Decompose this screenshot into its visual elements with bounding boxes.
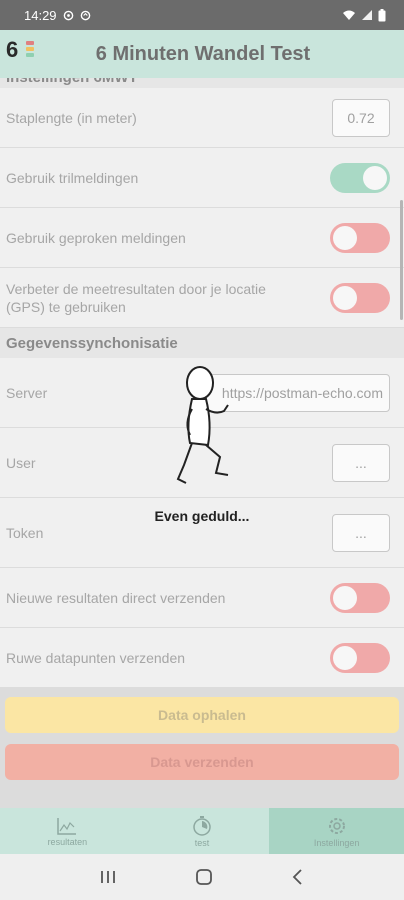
- tab-test[interactable]: test: [135, 808, 270, 854]
- setting-row-send-direct: Nieuwe resultaten direct verzenden: [0, 568, 404, 627]
- step-length-input[interactable]: 0.72: [332, 98, 390, 137]
- status-bar: 14:29: [0, 0, 404, 30]
- sync-status-icon: [80, 10, 90, 20]
- send-data-button[interactable]: Data verzenden: [5, 744, 399, 780]
- tab-instellingen[interactable]: Instellingen: [269, 808, 404, 854]
- send-direct-label: Nieuwe resultaten direct verzenden: [6, 589, 226, 606]
- section-header-6mwt: Instellingen 6MWT: [0, 78, 404, 88]
- settings-status-icon: [63, 10, 73, 20]
- wifi-icon: [343, 10, 355, 20]
- step-length-label: Staplengte (in meter): [6, 109, 137, 126]
- gps-label: Verbeter de meetresultaten door je locat…: [6, 280, 266, 315]
- raw-points-toggle[interactable]: [330, 642, 390, 673]
- status-right: [342, 8, 386, 22]
- status-left: 14:29: [24, 8, 91, 23]
- user-input[interactable]: ...: [332, 443, 390, 482]
- setting-row-vibration: Gebruik trilmeldingen: [0, 148, 404, 207]
- battery-icon: [378, 8, 386, 21]
- settings-content[interactable]: Instellingen 6MWT Staplengte (in meter) …: [0, 78, 404, 808]
- scrollbar[interactable]: [400, 200, 403, 320]
- gps-toggle[interactable]: [330, 282, 390, 313]
- logo-dots: [26, 41, 34, 63]
- section-header-sync: Gegevenssynchonisatie: [0, 328, 404, 358]
- user-label: User: [6, 454, 36, 471]
- system-nav-bar: [0, 854, 404, 900]
- send-direct-toggle[interactable]: [330, 582, 390, 613]
- fetch-data-button[interactable]: Data ophalen: [5, 697, 399, 733]
- vibration-toggle[interactable]: [330, 162, 390, 193]
- recent-apps-icon[interactable]: [99, 869, 117, 885]
- vibration-label: Gebruik trilmeldingen: [6, 169, 139, 186]
- token-input[interactable]: ...: [332, 513, 390, 552]
- setting-row-step-length: Staplengte (in meter) 0.72: [0, 88, 404, 147]
- back-icon[interactable]: [291, 868, 305, 886]
- chart-icon: [57, 817, 77, 835]
- server-label: Server: [6, 384, 48, 401]
- home-icon[interactable]: [195, 868, 213, 886]
- logo-text: 6: [6, 37, 19, 62]
- server-input[interactable]: https://postman-echo.com: [200, 373, 390, 412]
- tab-resultaten[interactable]: resultaten: [0, 808, 135, 854]
- tab-label-test: test: [194, 837, 210, 848]
- setting-row-gps: Verbeter de meetresultaten door je locat…: [0, 268, 404, 327]
- setting-row-spoken: Gebruik geproken meldingen: [0, 208, 404, 267]
- signal-icon: [362, 10, 372, 20]
- app-title: 6 Minuten Wandel Test: [95, 42, 311, 65]
- tab-label-instellingen: Instellingen: [313, 837, 360, 848]
- setting-row-server: Server https://postman-echo.com: [0, 358, 404, 427]
- clock: 14:29: [24, 7, 57, 23]
- spoken-label: Gebruik geproken meldingen: [6, 229, 186, 246]
- spoken-toggle[interactable]: [330, 222, 390, 253]
- tab-bar: resultaten test Instellingen: [0, 808, 404, 854]
- setting-row-user: User ...: [0, 428, 404, 497]
- tab-label-resultaten: resultaten: [47, 836, 88, 847]
- raw-points-label: Ruwe datapunten verzenden: [6, 649, 186, 666]
- app-logo: 6: [6, 37, 40, 71]
- stopwatch-icon: [193, 815, 211, 836]
- setting-row-token: Token ...: [0, 498, 404, 567]
- gear-icon: [328, 817, 345, 834]
- app-bar: 6 6 Minuten Wandel Test: [0, 30, 404, 78]
- setting-row-raw-points: Ruwe datapunten verzenden: [0, 628, 404, 687]
- token-label: Token: [6, 524, 44, 541]
